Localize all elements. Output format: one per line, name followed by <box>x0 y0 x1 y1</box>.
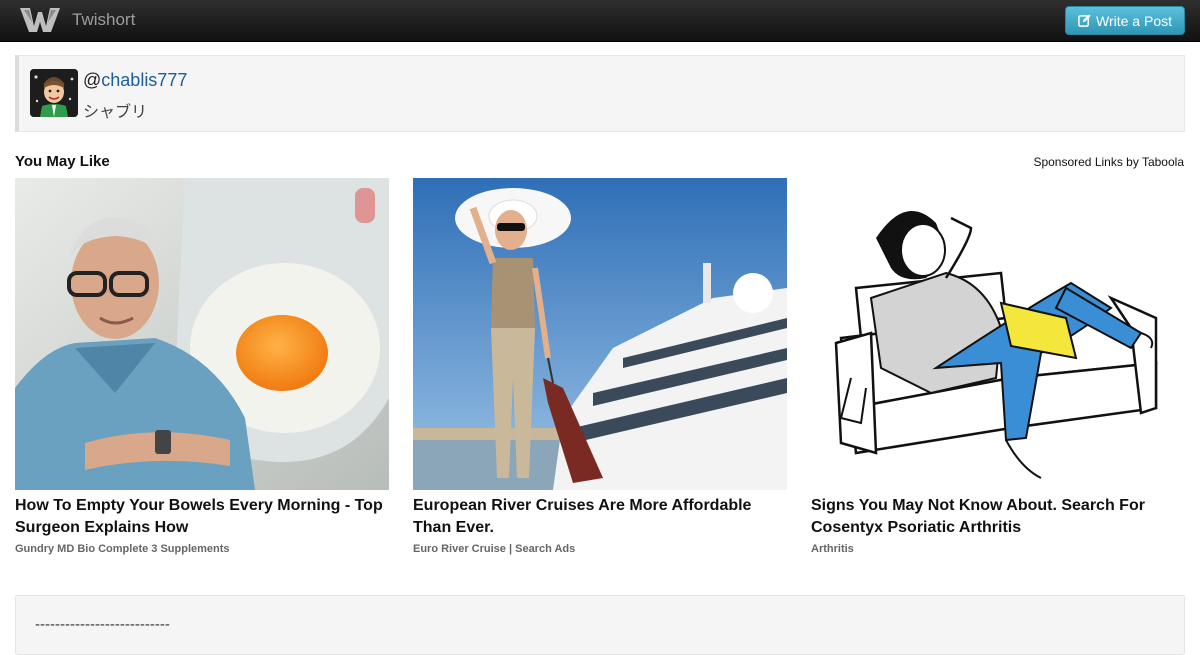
twishort-logo-icon <box>20 8 60 32</box>
author-handle[interactable]: @chablis777 <box>83 70 187 91</box>
recommendation-image[interactable] <box>811 178 1185 490</box>
sponsored-links-label[interactable]: Sponsored Links by Taboola <box>1033 155 1184 169</box>
edit-icon <box>1078 14 1091 27</box>
recommendation-source: Arthritis <box>811 543 854 555</box>
recommendation-source: Euro River Cruise | Search Ads <box>413 543 576 555</box>
post-body: --------------------------- <box>15 595 1185 655</box>
brand-name: Twishort <box>72 10 136 29</box>
post-text: --------------------------- <box>35 616 170 633</box>
recommendation-card[interactable]: Signs You May Not Know About. Search For… <box>811 178 1185 555</box>
write-post-label: Write a Post <box>1096 12 1172 29</box>
recommendation-card[interactable]: How To Empty Your Bowels Every Morning -… <box>15 178 389 555</box>
top-navbar: Twishort Write a Post <box>0 0 1200 42</box>
recommendation-title[interactable]: European River Cruises Are More Affordab… <box>413 495 787 539</box>
recommendation-image[interactable] <box>413 178 787 490</box>
recommendation-card[interactable]: European River Cruises Are More Affordab… <box>413 178 787 555</box>
recommendation-title[interactable]: How To Empty Your Bowels Every Morning -… <box>15 495 389 539</box>
recommendation-image[interactable] <box>15 178 389 490</box>
author-panel: @chablis777 シャブリ <box>15 55 1185 132</box>
author-display-name: シャブリ <box>83 104 148 121</box>
brand-link[interactable]: Twishort <box>18 4 135 36</box>
recommendation-source: Gundry MD Bio Complete 3 Supplements <box>15 543 230 555</box>
recommendation-title[interactable]: Signs You May Not Know About. Search For… <box>811 495 1185 539</box>
recommendations-heading: You May Like <box>15 153 110 170</box>
avatar[interactable] <box>30 69 78 117</box>
write-post-button[interactable]: Write a Post <box>1065 6 1185 35</box>
handle-prefix: @ <box>83 70 102 90</box>
author-handle-link[interactable]: chablis777 <box>101 70 187 90</box>
